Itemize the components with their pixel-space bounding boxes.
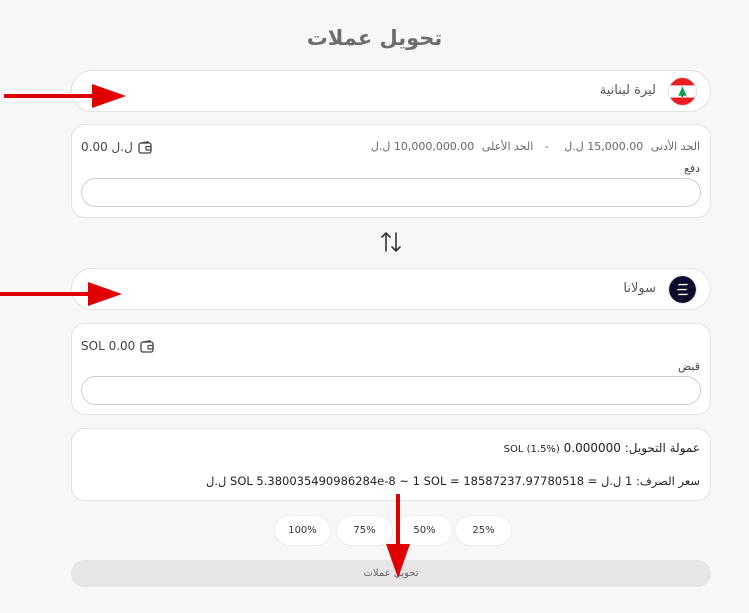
page-title: تحويل عملات	[306, 26, 443, 50]
wallet-icon	[138, 140, 152, 154]
swap-icon[interactable]	[380, 230, 402, 254]
from-balance: 0.00 ل.ل	[81, 140, 152, 154]
to-balance-value: SOL 0.00	[81, 339, 136, 353]
pay-field-label: دفع	[683, 162, 700, 175]
limits-separator: -	[544, 140, 549, 153]
percent-25-button[interactable]: 25%	[455, 515, 512, 546]
max-label: الحد الأعلى	[481, 140, 534, 153]
from-currency-selector[interactable]: ليرة لبنانية	[71, 70, 711, 112]
fee-value: 0.000000	[563, 441, 621, 455]
percent-75-button[interactable]: 75%	[336, 515, 393, 546]
from-currency-name: ليرة لبنانية	[599, 83, 656, 98]
conversion-info-card: عمولة التحويل: 0.000000 SOL (1.5%) سعر ا…	[71, 428, 711, 501]
receive-field-label: قبض	[677, 360, 700, 373]
min-value: 15,000.00 ل.ل	[564, 140, 644, 153]
convert-button[interactable]: تحويل عملات	[71, 560, 711, 587]
solana-logo-icon	[668, 275, 697, 304]
pay-amount-input[interactable]	[81, 178, 701, 207]
percent-100-button[interactable]: 100%	[274, 515, 331, 546]
to-currency-name: سولانا	[623, 281, 656, 296]
lebanon-flag-icon	[668, 77, 697, 106]
receive-amount-card: SOL 0.00 قبض	[71, 323, 711, 415]
to-balance: SOL 0.00	[81, 339, 154, 353]
fee-detail: SOL (1.5%)	[503, 444, 560, 455]
to-currency-selector[interactable]: سولانا	[71, 268, 711, 310]
from-limits: الحد الأدنى 15,000.00 ل.ل - الحد الأعلى …	[367, 140, 700, 153]
max-value: 10,000,000.00 ل.ل	[370, 140, 475, 153]
percent-50-button[interactable]: 50%	[396, 515, 453, 546]
wallet-icon	[140, 339, 154, 353]
pay-amount-card: 0.00 ل.ل الحد الأدنى 15,000.00 ل.ل - الح…	[71, 124, 711, 218]
fee-label: عمولة التحويل:	[624, 441, 700, 455]
min-label: الحد الأدنى	[650, 140, 700, 153]
fee-line: عمولة التحويل: 0.000000 SOL (1.5%)	[504, 441, 700, 455]
exchange-rate: سعر الصرف: 1 ل.ل = SOL 5.380035490986284…	[205, 474, 700, 488]
receive-amount-input[interactable]	[81, 376, 701, 405]
from-balance-value: 0.00 ل.ل	[81, 140, 133, 154]
